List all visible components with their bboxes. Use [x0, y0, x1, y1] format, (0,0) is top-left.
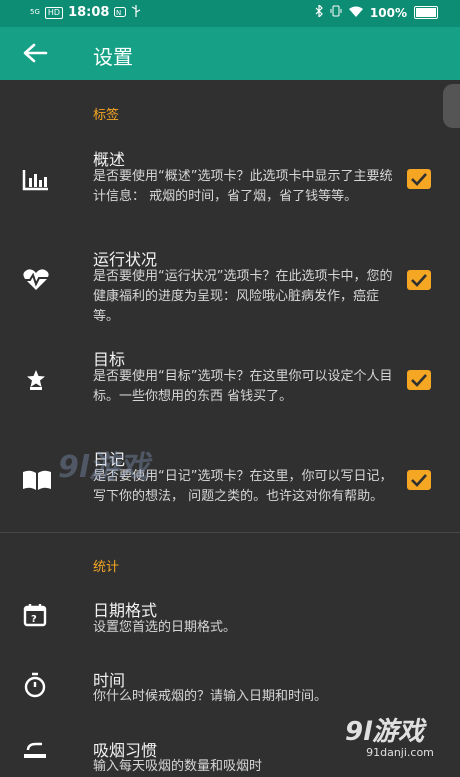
status-bar: 5G HD 18:08 N 100%	[0, 0, 460, 27]
scroll-handle[interactable]	[443, 84, 460, 128]
svg-text:?: ?	[31, 614, 37, 625]
check-icon	[411, 173, 427, 186]
setting-description: 你什么时候戒烟的？请输入日期和时间。	[93, 689, 328, 704]
goals-checkbox[interactable]	[407, 370, 431, 390]
nfc-icon: N	[114, 6, 127, 20]
hd-badge: HD	[44, 6, 64, 19]
setting-description: 是否要使用“运行状况”选项卡？在此选项卡中，您的健康福利的进度为呈现：风险哦心脏…	[93, 269, 393, 324]
diary-checkbox[interactable]	[407, 470, 431, 490]
status-left: 5G HD 18:08 N	[30, 5, 141, 20]
divider	[0, 532, 460, 533]
watermark-overlay: 9l游戏	[58, 450, 150, 485]
signal-icon: 5G	[30, 8, 40, 16]
section-header-stats: 统计	[93, 560, 120, 575]
check-icon	[411, 374, 427, 387]
arrow-left-icon[interactable]	[22, 42, 48, 64]
overview-checkbox[interactable]	[407, 169, 431, 189]
battery-text: 100%	[369, 5, 407, 20]
usb-icon	[131, 5, 141, 20]
app-bar: 设置	[0, 27, 460, 80]
watermark-corner-main: 9l游戏	[345, 717, 425, 747]
bar-chart-icon	[22, 168, 50, 196]
health-checkbox[interactable]	[407, 270, 431, 290]
cigarette-icon	[22, 740, 50, 768]
bluetooth-icon	[315, 3, 323, 20]
book-icon	[22, 468, 51, 496]
battery-icon	[414, 6, 438, 19]
page-title: 设置	[93, 45, 133, 69]
setting-description: 是否要使用“概述”选项卡？此选项卡中显示了主要统计信息： 戒烟的时间，省了烟，省…	[93, 169, 393, 204]
wifi-icon	[348, 6, 363, 20]
clock: 18:08	[68, 5, 110, 20]
watermark-corner: 9l游戏 91danji.com	[345, 711, 455, 763]
setting-description: 是否要使用“目标”选项卡？在这里你可以设定个人目标。一些你想用的东西 省钱买了。	[93, 369, 393, 404]
status-right: 100%	[315, 3, 438, 20]
setting-description: 设置您首选的日期格式。	[93, 620, 237, 635]
section-header-tabs: 标签	[93, 108, 120, 123]
svg-text:N: N	[116, 9, 121, 17]
check-icon	[411, 274, 427, 287]
stopwatch-icon	[22, 672, 50, 700]
calendar-icon: ?	[22, 602, 50, 630]
heartbeat-icon	[22, 268, 50, 296]
vibrate-icon	[330, 5, 342, 20]
trophy-icon	[22, 368, 50, 396]
check-icon	[411, 474, 427, 487]
